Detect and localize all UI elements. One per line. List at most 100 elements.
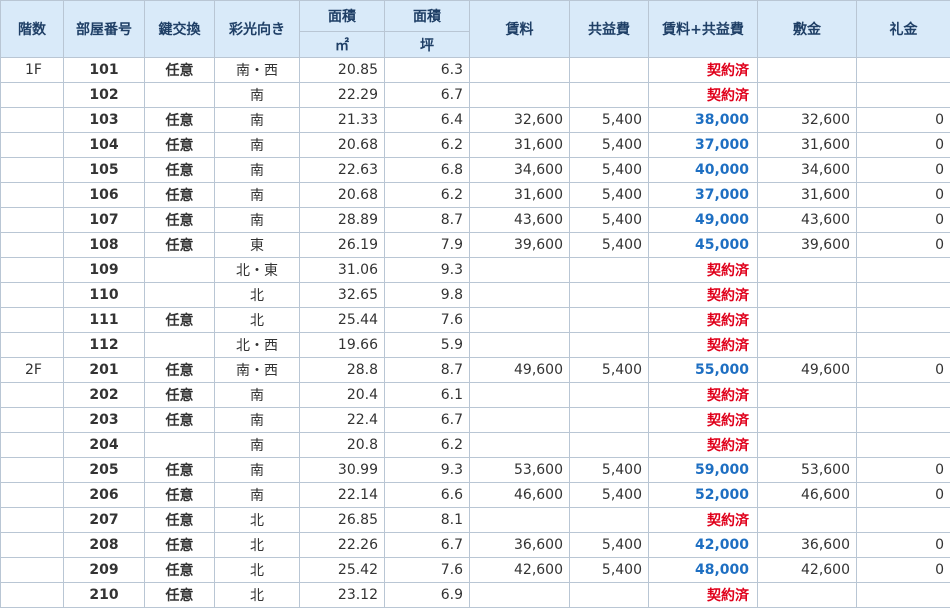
table-cell-common: 5,400: [569, 457, 649, 483]
table-cell-floor: [0, 207, 64, 233]
table-row: 202 任意南 20.4 6.1 契約済: [0, 382, 950, 408]
table-cell-light: 北・西: [214, 332, 300, 358]
table-cell-key: 任意: [144, 357, 215, 383]
table-cell-deposit: [757, 307, 857, 333]
table-row: 105 任意南 22.63 6.8 34,600 5,400 40,000 34,600 0: [0, 157, 950, 183]
header-area-tsubo: 面積: [384, 0, 470, 32]
table-cell-room: 105: [63, 157, 145, 183]
table-cell-area-tsubo: 6.4: [384, 107, 470, 133]
table-cell-deposit: [757, 282, 857, 308]
table-cell-common: [569, 282, 649, 308]
table-row: 208 任意北 22.26 6.7 36,600 5,400 42,000 36,600 0: [0, 532, 950, 558]
table-cell-key: 任意: [144, 532, 215, 558]
table-cell-common: [569, 507, 649, 533]
table-row: 102 南 22.29 6.7 契約済: [0, 82, 950, 108]
table-cell-common: 5,400: [569, 557, 649, 583]
table-cell-key: 任意: [144, 507, 215, 533]
table-cell-floor: [0, 482, 64, 508]
table-cell-light: 南: [214, 207, 300, 233]
table-cell-light: 南: [214, 482, 300, 508]
table-cell-area-m2: 22.29: [299, 82, 385, 108]
table-cell-area-tsubo: 6.6: [384, 482, 470, 508]
table-cell-light: 北: [214, 507, 300, 533]
table-cell-area-tsubo: 7.6: [384, 307, 470, 333]
table-cell-rent: 49,600: [469, 357, 570, 383]
table-cell-light: 南: [214, 432, 300, 458]
table-cell-floor: 2F: [0, 357, 64, 383]
table-cell-area-tsubo: 8.7: [384, 357, 470, 383]
table-cell-total: 38,000: [648, 107, 758, 133]
table-cell-total: 37,000: [648, 182, 758, 208]
table-cell-deposit: 31,600: [757, 182, 857, 208]
table-cell-room: 201: [63, 357, 145, 383]
table-cell-total: 48,000: [648, 557, 758, 583]
table-cell-deposit: [757, 332, 857, 358]
table-cell-deposit: 53,600: [757, 457, 857, 483]
table-cell-key: 任意: [144, 457, 215, 483]
table-cell-area-m2: 22.14: [299, 482, 385, 508]
table-row: 205 任意南 30.99 9.3 53,600 5,400 59,000 53,600 0: [0, 457, 950, 483]
table-cell-area-m2: 20.85: [299, 57, 385, 83]
table-row: 2F 201 任意 南・西 28.8 8.7 49,600 5,400 55,000 49,600…: [0, 357, 950, 383]
table-cell-room: 209: [63, 557, 145, 583]
table-cell-area-m2: 25.42: [299, 557, 385, 583]
table-cell-key-money: 0: [856, 157, 950, 183]
table-cell-total: 契約済: [648, 382, 758, 408]
table-cell-key: 任意: [144, 107, 215, 133]
table-cell-deposit: 42,600: [757, 557, 857, 583]
table-row: 207 任意北 26.85 8.1 契約済: [0, 507, 950, 533]
table-cell-total: 契約済: [648, 332, 758, 358]
table-cell-rent: [469, 257, 570, 283]
table-cell-key-money: [856, 432, 950, 458]
table-row: 204 南 20.8 6.2 契約済: [0, 432, 950, 458]
table-cell-floor: [0, 232, 64, 258]
table-cell-light: 南: [214, 157, 300, 183]
table-cell-light: 北: [214, 282, 300, 308]
table-cell-floor: [0, 332, 64, 358]
table-cell-key: 任意: [144, 57, 215, 83]
table-cell-room: 207: [63, 507, 145, 533]
table-cell-common: [569, 307, 649, 333]
table-cell-key: [144, 257, 215, 283]
table-header: 階数 部屋番号 鍵交換 彩光向き 面積 面積 賃料 共益費 賃料+共益費 敷金 …: [0, 0, 950, 58]
table-cell-total: 契約済: [648, 82, 758, 108]
table-cell-light: 南: [214, 132, 300, 158]
table-cell-key: [144, 432, 215, 458]
table-cell-area-m2: 21.33: [299, 107, 385, 133]
table-cell-common: [569, 57, 649, 83]
table-cell-light: 南: [214, 457, 300, 483]
table-cell-floor: [0, 557, 64, 583]
table-cell-floor: [0, 457, 64, 483]
table-cell-floor: [0, 382, 64, 408]
table-cell-rent: 31,600: [469, 182, 570, 208]
table-cell-floor: [0, 182, 64, 208]
table-cell-total: 59,000: [648, 457, 758, 483]
table-cell-area-tsubo: 7.6: [384, 557, 470, 583]
header-room: 部屋番号: [63, 0, 145, 58]
table-cell-rent: [469, 382, 570, 408]
table-cell-area-tsubo: 9.3: [384, 257, 470, 283]
table-cell-common: [569, 332, 649, 358]
table-cell-common: 5,400: [569, 157, 649, 183]
table-row: 209 任意北 25.42 7.6 42,600 5,400 48,000 42,600 0: [0, 557, 950, 583]
table-cell-key-money: [856, 407, 950, 433]
table-cell-key: 任意: [144, 157, 215, 183]
table-cell-total: 40,000: [648, 157, 758, 183]
table-cell-deposit: 49,600: [757, 357, 857, 383]
table-cell-key-money: 0: [856, 232, 950, 258]
table-cell-key: 任意: [144, 307, 215, 333]
table-row: 109 北・東 31.06 9.3 契約済: [0, 257, 950, 283]
table-cell-rent: [469, 407, 570, 433]
table-cell-light: 南: [214, 107, 300, 133]
table-cell-deposit: 32,600: [757, 107, 857, 133]
table-cell-deposit: [757, 57, 857, 83]
table-cell-rent: 46,600: [469, 482, 570, 508]
table-cell-area-tsubo: 6.7: [384, 407, 470, 433]
table-cell-rent: 32,600: [469, 107, 570, 133]
table-cell-total: 契約済: [648, 407, 758, 433]
table-cell-light: 南・西: [214, 357, 300, 383]
table-cell-floor: [0, 107, 64, 133]
table-cell-area-tsubo: 7.9: [384, 232, 470, 258]
header-key: 鍵交換: [144, 0, 215, 58]
table-cell-rent: [469, 332, 570, 358]
